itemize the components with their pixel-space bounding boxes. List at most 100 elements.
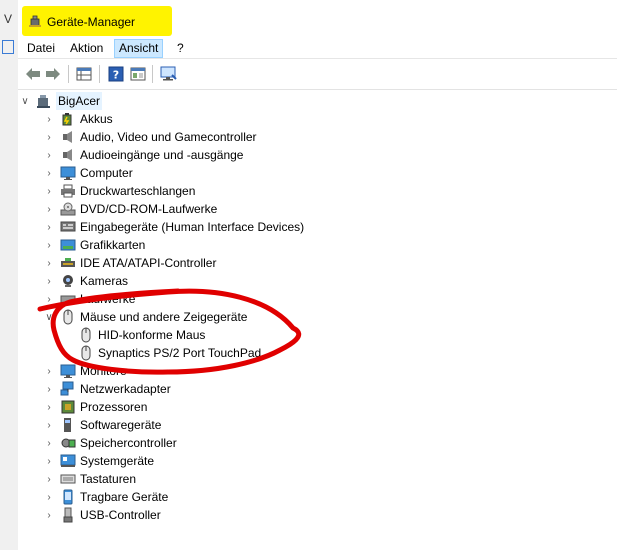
tree-category[interactable]: › Audioeingänge und -ausgänge <box>44 146 243 164</box>
collapse-chevron-icon[interactable]: ∨ <box>44 308 54 326</box>
tree-category[interactable]: › Speichercontroller <box>44 434 177 452</box>
back-arrow-icon <box>26 68 40 80</box>
speaker-icon <box>60 147 76 163</box>
tree-item-label: Tastaturen <box>80 472 137 486</box>
battery-icon <box>60 111 76 127</box>
tree-item-label: BigAcer <box>56 92 103 110</box>
tree-category[interactable]: › Tastaturen <box>44 470 136 488</box>
computer-icon <box>36 93 52 109</box>
background-checkbox-fragment <box>2 40 14 54</box>
ide-controller-icon <box>60 255 76 271</box>
disc-drive-icon <box>60 201 76 217</box>
network-adapter-icon <box>60 381 76 397</box>
tree-category[interactable]: › Softwaregeräte <box>44 416 161 434</box>
storage-controller-icon <box>60 435 76 451</box>
tree-item-label: Systemgeräte <box>80 454 155 468</box>
tree-item-label: HID-konforme Maus <box>98 328 206 342</box>
expand-chevron-icon[interactable]: › <box>44 416 54 434</box>
camera-icon <box>60 273 76 289</box>
tree-item-label: Kameras <box>80 274 129 288</box>
collapse-chevron-icon[interactable]: ∨ <box>20 92 30 110</box>
tree-category[interactable]: › Grafikkarten <box>44 236 145 254</box>
expand-chevron-icon[interactable]: › <box>44 146 54 164</box>
expand-chevron-icon[interactable]: › <box>44 380 54 398</box>
title-bar: Geräte-Manager <box>18 0 617 38</box>
properties-grid-icon <box>76 67 92 81</box>
tree-item-label: Softwaregeräte <box>80 418 162 432</box>
toolbar-separator <box>152 65 153 83</box>
tree-root[interactable]: ∨ BigAcer <box>20 92 103 110</box>
expand-chevron-icon[interactable]: › <box>44 254 54 272</box>
expand-chevron-icon[interactable]: › <box>44 290 54 308</box>
device-manager-icon <box>29 15 41 27</box>
tree-category[interactable]: › IDE ATA/ATAPI-Controller <box>44 254 216 272</box>
tree-category[interactable]: › Eingabegeräte (Human Interface Devices) <box>44 218 304 236</box>
expand-chevron-icon[interactable]: › <box>44 488 54 506</box>
help-button[interactable]: ? <box>106 64 126 84</box>
tree-category[interactable]: › Netzwerkadapter <box>44 380 171 398</box>
window-title: Geräte-Manager <box>47 15 136 29</box>
menu-datei[interactable]: Datei <box>23 41 59 55</box>
toolbar: ? <box>18 59 617 90</box>
menu-ansicht[interactable]: Ansicht <box>114 39 164 58</box>
svg-text:?: ? <box>113 69 119 82</box>
tree-item-label: Eingabegeräte (Human Interface Devices) <box>80 220 305 234</box>
expand-chevron-icon[interactable]: › <box>44 200 54 218</box>
back-button[interactable] <box>23 64 43 84</box>
expand-chevron-icon[interactable]: › <box>44 506 54 524</box>
expand-chevron-icon[interactable]: › <box>44 452 54 470</box>
tree-device[interactable]: HID-konforme Maus <box>62 326 205 344</box>
tree-item-label: Speichercontroller <box>80 436 177 450</box>
menu-aktion[interactable]: Aktion <box>66 41 107 55</box>
expand-chevron-icon[interactable]: › <box>44 218 54 236</box>
tree-category[interactable]: › Tragbare Geräte <box>44 488 168 506</box>
forward-arrow-icon <box>46 68 60 80</box>
background-window-strip: V <box>0 0 19 550</box>
scan-hardware-button[interactable] <box>159 64 179 84</box>
tree-item-label: Netzwerkadapter <box>80 382 171 396</box>
expand-chevron-icon[interactable]: › <box>44 272 54 290</box>
tree-category[interactable]: › Kameras <box>44 272 128 290</box>
forward-button[interactable] <box>43 64 63 84</box>
expand-chevron-icon[interactable]: › <box>44 110 54 128</box>
tree-device[interactable]: Synaptics PS/2 Port TouchPad <box>62 344 261 362</box>
tree-category[interactable]: › USB-Controller <box>44 506 161 524</box>
expand-chevron-icon[interactable]: › <box>44 182 54 200</box>
console-button[interactable] <box>128 64 148 84</box>
expand-chevron-icon[interactable]: › <box>44 164 54 182</box>
console-icon <box>130 67 146 81</box>
monitor-icon <box>60 363 76 379</box>
tree-category[interactable]: › Akkus <box>44 110 112 128</box>
expand-chevron-icon[interactable]: › <box>44 236 54 254</box>
tree-category[interactable]: › Laufwerke <box>44 290 135 308</box>
tree-category[interactable]: › Audio, Video und Gamecontroller <box>44 128 256 146</box>
properties-button[interactable] <box>74 64 94 84</box>
tree-category[interactable]: › DVD/CD-ROM-Laufwerke <box>44 200 217 218</box>
tree-item-label: DVD/CD-ROM-Laufwerke <box>80 202 218 216</box>
system-device-icon <box>60 453 76 469</box>
expand-chevron-icon[interactable]: › <box>44 398 54 416</box>
usb-icon <box>60 507 76 523</box>
tree-category[interactable]: › Monitore <box>44 362 127 380</box>
tree-category[interactable]: › Prozessoren <box>44 398 147 416</box>
background-window-fragment: V <box>4 12 13 26</box>
tree-category[interactable]: › Druckwarteschlangen <box>44 182 195 200</box>
monitor-scan-icon <box>160 66 177 81</box>
tree-item-label: Grafikkarten <box>80 238 146 252</box>
tree-category[interactable]: › Computer <box>44 164 133 182</box>
processor-icon <box>60 399 76 415</box>
expand-chevron-icon[interactable]: › <box>44 362 54 380</box>
expand-chevron-icon[interactable]: › <box>44 434 54 452</box>
help-icon: ? <box>108 66 124 82</box>
tree-category[interactable]: ∨ Mäuse und andere Zeigegeräte <box>44 308 247 326</box>
toolbar-separator <box>99 65 100 83</box>
tree-item-label: Audioeingänge und -ausgänge <box>80 148 244 162</box>
tree-category[interactable]: › Systemgeräte <box>44 452 154 470</box>
expand-chevron-icon[interactable]: › <box>44 128 54 146</box>
expand-chevron-icon[interactable]: › <box>44 470 54 488</box>
device-manager-window: Geräte-Manager Datei Aktion Ansicht ? ? … <box>18 0 617 550</box>
tree-item-label: Tragbare Geräte <box>80 490 169 504</box>
toolbar-separator <box>68 65 69 83</box>
menu-help[interactable]: ? <box>173 41 188 55</box>
